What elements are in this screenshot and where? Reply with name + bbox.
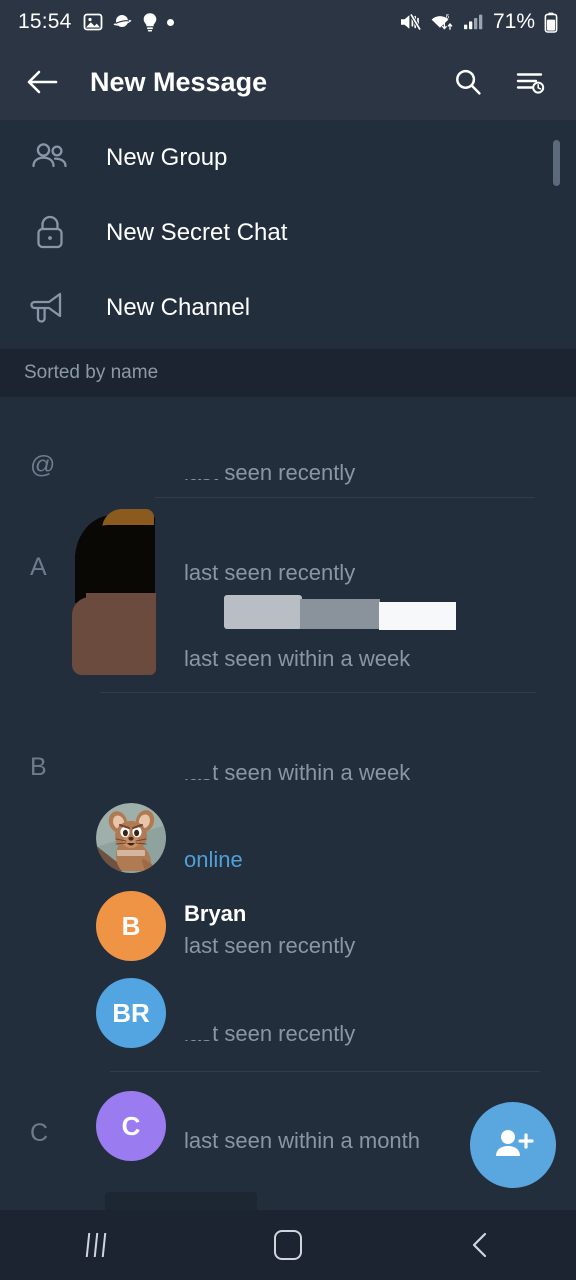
- avatar-initials: BR: [112, 997, 150, 1028]
- wifi-icon: 6: [431, 13, 453, 30]
- menu-item-new-secret-chat[interactable]: New Secret Chat: [0, 195, 576, 270]
- redaction-mark: [75, 525, 155, 603]
- add-contact-fab[interactable]: [470, 1102, 556, 1188]
- recents-icon: [85, 1233, 107, 1257]
- redaction-mark: [224, 595, 302, 629]
- menu-item-label: New Secret Chat: [106, 218, 288, 246]
- android-nav-bar: [0, 1210, 576, 1280]
- mute-icon: [400, 13, 421, 31]
- menu-item-new-group[interactable]: New Group: [0, 120, 576, 195]
- avatar: [96, 803, 166, 873]
- redaction-mark: [184, 813, 200, 825]
- contact-status: last seen recently: [184, 933, 356, 958]
- telegram-new-message-screen: 15:54 6 71% New Message New Group New Se…: [0, 0, 576, 1280]
- nav-back-button[interactable]: [432, 1210, 528, 1280]
- avatar-initials: C: [121, 1110, 141, 1141]
- status-bar: 15:54 6 71%: [0, 0, 576, 44]
- search-icon: [456, 69, 481, 95]
- status-bar-clock: 15:54: [18, 10, 72, 33]
- contact-status: last seen within a week: [184, 760, 411, 785]
- section-letter: A: [30, 553, 47, 581]
- list-item[interactable]: online: [0, 803, 576, 891]
- list-item[interactable]: B last seen within a week: [0, 727, 576, 815]
- battery-percent-label: 71%: [492, 10, 535, 33]
- list-item[interactable]: B Bryan last seen recently: [0, 891, 576, 979]
- lock-icon: [26, 214, 74, 252]
- list-item[interactable]: @ last seen recently: [0, 413, 576, 501]
- menu-item-new-channel[interactable]: New Channel: [0, 270, 576, 345]
- section-letter: C: [30, 1119, 49, 1147]
- page-title: New Message: [90, 66, 268, 97]
- nav-home-button[interactable]: [240, 1210, 336, 1280]
- search-button[interactable]: [444, 58, 492, 106]
- list-divider: [100, 692, 536, 693]
- image-icon: [83, 13, 102, 31]
- megaphone-icon: [26, 289, 74, 327]
- app-bar: New Message: [0, 44, 576, 120]
- avatar-initials: B: [121, 910, 141, 941]
- add-person-icon: [496, 1130, 534, 1156]
- section-letter: B: [30, 753, 47, 781]
- redaction-mark: [300, 599, 380, 629]
- signal-icon: [463, 14, 483, 30]
- contact-status: last seen recently: [184, 560, 356, 585]
- contact-status: online: [184, 847, 243, 872]
- contact-name: Bryan: [184, 901, 247, 926]
- home-icon: [274, 1230, 302, 1260]
- section-letter: @: [30, 451, 56, 479]
- menu-item-label: New Channel: [106, 293, 251, 321]
- redaction-mark: [183, 763, 213, 779]
- lightbulb-icon: [143, 13, 156, 32]
- group-people-icon: [26, 140, 74, 176]
- list-divider: [110, 1071, 540, 1072]
- sort-by-time-icon: [516, 73, 545, 94]
- scrollbar-thumb[interactable]: [553, 140, 560, 186]
- sort-button[interactable]: [506, 58, 554, 106]
- sorted-by-header: Sorted by name: [0, 349, 576, 397]
- contact-list[interactable]: @ last seen recently A last seen recentl…: [0, 397, 576, 1210]
- back-arrow-icon: [27, 70, 58, 94]
- redaction-mark: [379, 602, 456, 630]
- avatar: C: [96, 1091, 166, 1161]
- menu-item-label: New Group: [106, 143, 228, 171]
- new-chat-menu: New Group New Secret Chat New Channel: [0, 120, 576, 345]
- sorted-by-label: Sorted by name: [24, 362, 159, 383]
- redaction-mark: [183, 463, 219, 479]
- battery-icon: [544, 12, 558, 33]
- status-bar-right: 6 71%: [399, 10, 558, 34]
- partial-next-row: [105, 1192, 257, 1210]
- back-button[interactable]: [18, 58, 66, 106]
- dot-icon: [166, 18, 174, 26]
- svg-text:6: 6: [446, 13, 450, 20]
- nav-recents-button[interactable]: [48, 1210, 144, 1280]
- back-icon: [472, 1232, 487, 1258]
- contact-status: last seen within a week: [184, 646, 411, 671]
- avatar: B: [96, 891, 166, 961]
- jerry-mouse-avatar: [96, 803, 166, 873]
- contact-status: last seen within a month: [184, 1128, 421, 1153]
- redaction-mark: [86, 593, 156, 643]
- avatar: BR: [96, 978, 166, 1048]
- planet-icon: [113, 15, 132, 27]
- list-divider: [155, 497, 535, 498]
- status-bar-left: 15:54: [18, 10, 174, 34]
- list-item[interactable]: BR last seen recently: [0, 978, 576, 1066]
- redaction-mark: [183, 1024, 213, 1040]
